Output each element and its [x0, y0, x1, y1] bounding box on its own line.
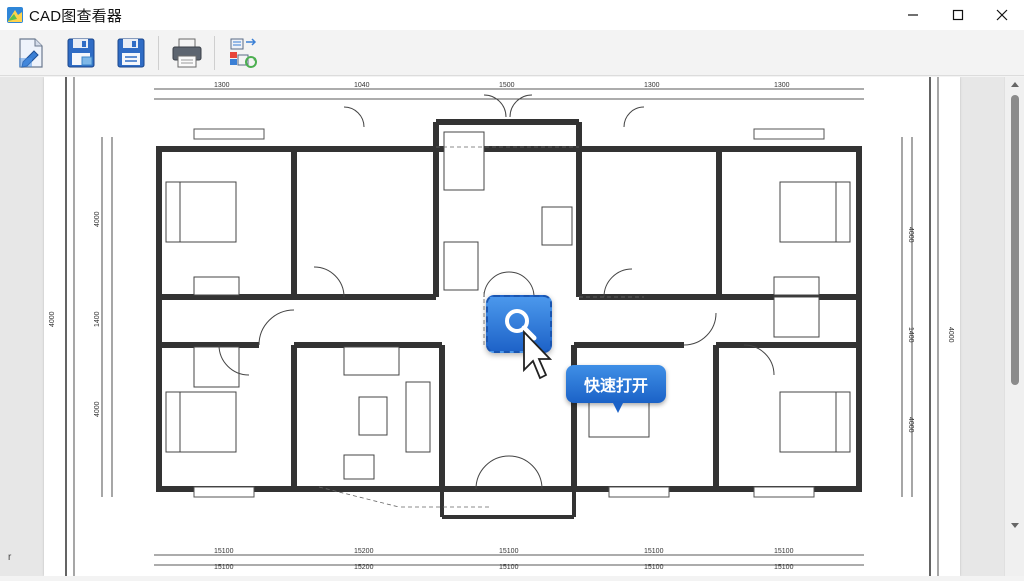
scroll-down-icon — [1011, 523, 1019, 528]
maximize-icon — [952, 9, 964, 21]
open-file-icon — [19, 38, 43, 68]
dim-label: 15100 — [499, 564, 519, 571]
dim-label: 1400 — [907, 327, 914, 343]
printer-icon — [172, 38, 202, 68]
dim-label: 4000 — [947, 327, 954, 343]
save-icon — [67, 38, 95, 68]
convert-icon — [230, 38, 257, 68]
dim-label: 4000 — [49, 311, 56, 327]
print-button[interactable] — [168, 34, 206, 72]
dim-label: 1300 — [214, 82, 230, 89]
maximize-button[interactable] — [935, 0, 981, 30]
dim-label: 4000 — [94, 211, 101, 227]
dim-label: 15100 — [214, 548, 234, 555]
dim-label: 1300 — [644, 82, 660, 89]
dim-label: 15200 — [354, 548, 374, 555]
dim-label: 1400 — [94, 311, 101, 327]
save-as-button[interactable] — [112, 34, 150, 72]
quick-open-tooltip: 快速打开 — [566, 365, 666, 403]
sheet-corner-mark: r — [8, 552, 12, 563]
dim-label: 15400 — [484, 77, 504, 79]
toolbar — [0, 30, 1024, 76]
minimize-button[interactable] — [890, 0, 936, 30]
dim-label: 4000 — [94, 401, 101, 417]
open-file-button[interactable] — [12, 34, 50, 72]
dim-label: 1040 — [354, 82, 370, 89]
dim-label: 15100 — [499, 548, 519, 555]
title-bar: CAD图查看器 — [0, 0, 1024, 30]
toolbar-separator — [214, 36, 215, 70]
scroll-up-icon — [1011, 82, 1019, 87]
dim-label: 15100 — [774, 548, 794, 555]
scrollbar-track — [1011, 82, 1019, 528]
mouse-cursor-icon — [522, 329, 553, 387]
cad-viewer-window: CAD图查看器 1300 1040 1500 1300 1300 15100 1… — [0, 0, 1024, 576]
dim-label: 15200 — [354, 564, 374, 571]
save-button[interactable] — [62, 34, 100, 72]
convert-button[interactable] — [224, 34, 262, 72]
window-title: CAD图查看器 — [29, 7, 123, 25]
minimize-icon — [908, 14, 918, 16]
dim-label: 15100 — [774, 564, 794, 571]
dim-label: 15100 — [644, 548, 664, 555]
toolbar-separator — [158, 36, 159, 70]
scroll-thumb — [1011, 95, 1019, 385]
close-button[interactable] — [979, 0, 1024, 30]
dim-label: 1300 — [774, 82, 790, 89]
save-as-icon — [117, 38, 145, 68]
dim-label: 1500 — [499, 82, 515, 89]
close-icon — [996, 9, 1008, 21]
dim-label: 15100 — [644, 564, 664, 571]
tooltip-pointer — [612, 401, 624, 413]
dim-label: 4000 — [907, 227, 914, 243]
vertical-scrollbar[interactable] — [1004, 77, 1024, 576]
dim-label: 15100 — [214, 564, 234, 571]
dim-label: 4000 — [907, 417, 914, 433]
app-logo-icon — [6, 6, 24, 24]
